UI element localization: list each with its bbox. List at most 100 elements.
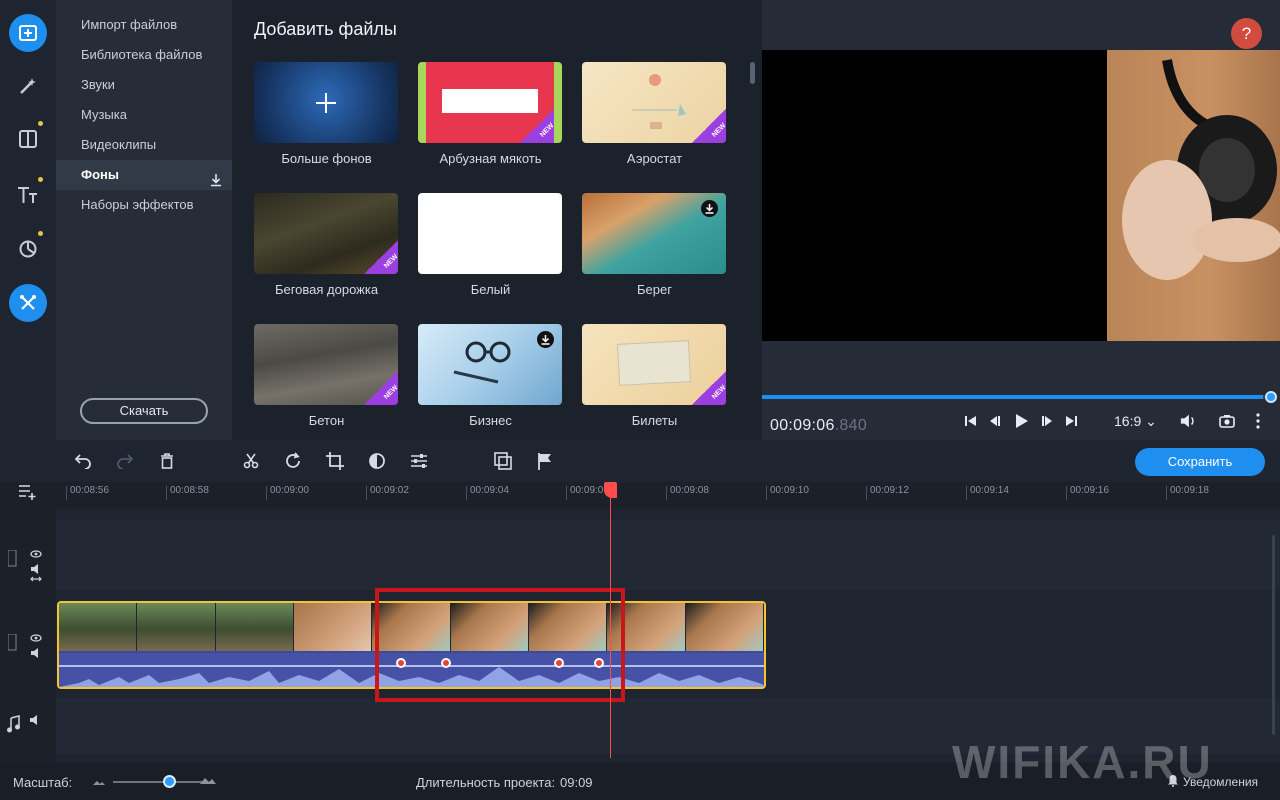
add-files-icon[interactable] <box>9 14 47 52</box>
category-video-clips[interactable]: Видеоклипы <box>56 130 232 160</box>
playhead-handle[interactable] <box>604 482 617 498</box>
ruler-tick: 00:08:56 <box>66 486 109 500</box>
help-button[interactable]: ? <box>1231 18 1262 49</box>
cut-icon[interactable] <box>242 452 260 470</box>
ruler-tick: 00:09:16 <box>1066 486 1109 500</box>
magic-wand-icon[interactable] <box>9 67 47 105</box>
progress-knob[interactable] <box>1265 391 1277 403</box>
aspect-ratio-select[interactable]: 16:9 ⌄ <box>1114 413 1157 430</box>
category-import-files[interactable]: Импорт файлов <box>56 10 232 40</box>
delete-icon[interactable] <box>158 452 176 470</box>
next-frame-icon[interactable] <box>1039 413 1055 429</box>
tile-business[interactable]: Бизнес <box>418 324 563 428</box>
tools-icon[interactable] <box>9 284 47 322</box>
ruler-tick: 00:09:18 <box>1166 486 1209 500</box>
playhead[interactable] <box>610 482 611 758</box>
tile-balloon[interactable]: NEW Аэростат <box>582 62 727 166</box>
progress-fill <box>762 395 1264 399</box>
category-panel: Импорт файлов Библиотека файлов Звуки Му… <box>56 0 232 440</box>
backgrounds-gallery: Добавить файлы Больше фонов NEW Арбузная… <box>232 0 762 440</box>
category-effect-packs[interactable]: Наборы эффектов <box>56 190 232 220</box>
plus-icon <box>316 93 336 113</box>
download-button[interactable]: Скачать <box>80 398 208 424</box>
gallery-title: Добавить файлы <box>254 19 397 39</box>
titles-icon[interactable] <box>9 176 47 214</box>
ruler-tick: 00:08:58 <box>166 486 209 500</box>
timeline-scrollbar[interactable] <box>1272 535 1275 735</box>
overlay-track-lane[interactable] <box>56 520 1280 590</box>
zoom-out-icon[interactable] <box>93 775 105 790</box>
project-duration-value: 09:09 <box>560 775 593 790</box>
snapshot-icon[interactable] <box>1219 413 1235 429</box>
undo-icon[interactable] <box>74 452 92 470</box>
project-duration-label: Длительность проекта: <box>416 775 556 790</box>
thumbnail <box>254 62 398 143</box>
redo-icon[interactable] <box>116 452 134 470</box>
rotate-icon[interactable] <box>284 452 302 470</box>
video-preview <box>762 50 1280 341</box>
tile-label: Аэростат <box>626 151 683 166</box>
marker-flag-icon[interactable] <box>536 452 554 470</box>
playback-progress-bar[interactable] <box>762 395 1271 399</box>
new-badge: NEW <box>364 371 398 405</box>
highlight-frame <box>375 588 625 702</box>
tile-concrete[interactable]: NEW Бетон <box>254 324 399 428</box>
ruler-tick: 00:09:00 <box>266 486 309 500</box>
tile-label: Белый <box>470 282 511 297</box>
skip-to-start-icon[interactable] <box>963 413 979 429</box>
color-adjust-icon[interactable] <box>368 452 386 470</box>
ruler-tick: 00:09:10 <box>766 486 809 500</box>
add-track-icon[interactable] <box>18 482 38 505</box>
tool-rail <box>0 0 56 440</box>
tile-label: Бетон <box>308 413 345 428</box>
thumbnail: NEW <box>418 62 562 143</box>
tile-tickets[interactable]: NEW Билеты <box>582 324 727 428</box>
save-button[interactable]: Сохранить <box>1135 448 1265 476</box>
zoom-slider-knob[interactable] <box>163 775 176 788</box>
clip-properties-icon[interactable] <box>410 452 428 470</box>
tile-white[interactable]: Белый <box>418 193 563 297</box>
ruler-tick: 00:09:12 <box>866 486 909 500</box>
thumbnail: NEW <box>254 324 398 405</box>
zoom-slider[interactable] <box>113 781 205 783</box>
stickers-icon[interactable] <box>9 230 47 268</box>
new-badge: NEW <box>692 371 726 405</box>
music-track-controls <box>6 714 46 745</box>
tile-label: Больше фонов <box>281 151 372 166</box>
new-badge: NEW <box>692 109 726 143</box>
previous-frame-icon[interactable] <box>987 413 1003 429</box>
category-backgrounds[interactable]: Фоны <box>56 160 232 190</box>
download-icon[interactable] <box>701 200 718 217</box>
category-sounds[interactable]: Звуки <box>56 70 232 100</box>
thumbnail: NEW <box>582 62 726 143</box>
video-track-controls <box>7 549 48 595</box>
ruler-tick: 00:09:08 <box>666 486 709 500</box>
transitions-icon[interactable] <box>9 120 47 158</box>
timeline-ruler[interactable]: 00:08:56 00:08:58 00:09:00 00:09:02 00:0… <box>56 482 1280 508</box>
tile-label: Берег <box>637 282 672 297</box>
crop-icon[interactable] <box>326 452 344 470</box>
zoom-in-icon[interactable] <box>200 774 216 789</box>
more-options-icon[interactable] <box>1250 413 1266 429</box>
thumbnail <box>418 193 562 274</box>
tile-treadmill[interactable]: NEW Беговая дорожка <box>254 193 399 297</box>
timecode-ms: .840 <box>834 417 868 434</box>
category-file-library[interactable]: Библиотека файлов <box>56 40 232 70</box>
skip-to-end-icon[interactable] <box>1063 413 1079 429</box>
ruler-tick: 00:09:02 <box>366 486 409 500</box>
tile-label: Арбузная мякоть <box>439 151 542 166</box>
ruler-tick: 00:09:14 <box>966 486 1009 500</box>
tile-watermelon[interactable]: NEW Арбузная мякоть <box>418 62 563 166</box>
tile-more-backgrounds[interactable]: Больше фонов <box>254 62 399 166</box>
volume-icon[interactable] <box>1180 413 1196 429</box>
overlay-icon[interactable] <box>494 452 512 470</box>
track-headers <box>0 482 56 762</box>
timecode-main: 00:09:06 <box>770 417 835 434</box>
category-music[interactable]: Музыка <box>56 100 232 130</box>
tile-shore[interactable]: Берег <box>582 193 727 297</box>
play-icon[interactable] <box>1013 413 1029 429</box>
gallery-scrollbar[interactable] <box>750 62 755 84</box>
download-icon[interactable] <box>537 331 554 348</box>
timecode: 00:09:06.840 <box>770 417 867 435</box>
main-track-controls <box>7 633 48 669</box>
